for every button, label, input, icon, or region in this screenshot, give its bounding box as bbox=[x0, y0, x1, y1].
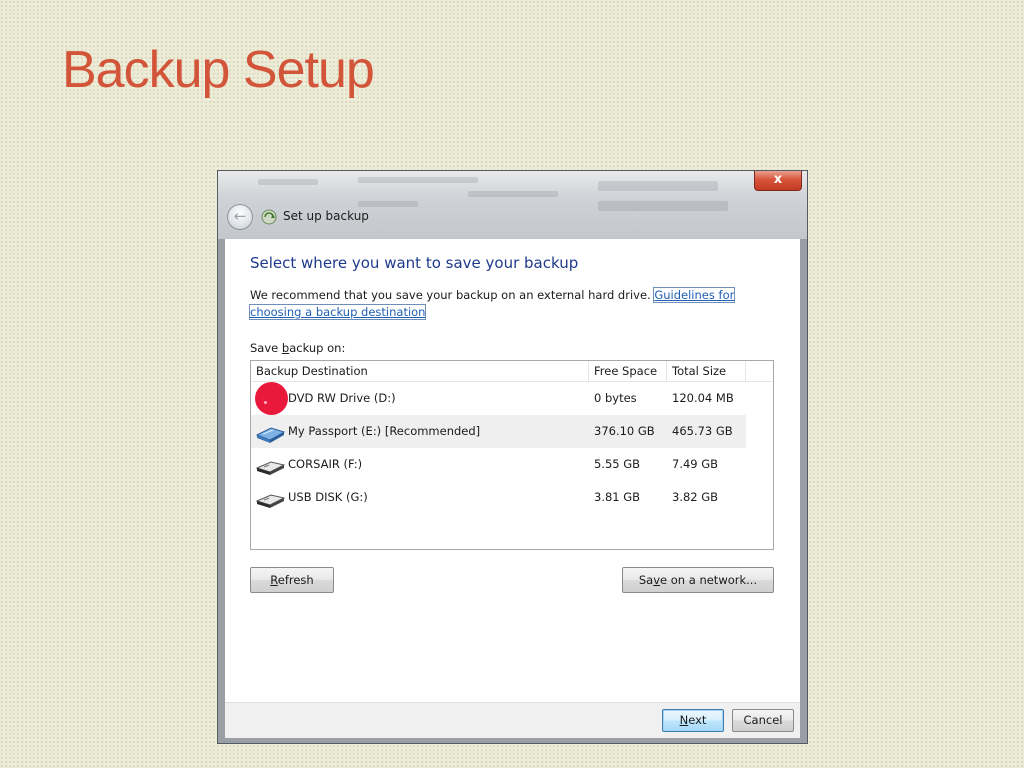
column-header-destination[interactable]: Backup Destination bbox=[251, 361, 589, 381]
external-drive-icon bbox=[255, 427, 285, 443]
save-backup-on-label: Save backup on: bbox=[250, 341, 345, 355]
cancel-button[interactable]: Cancel bbox=[732, 709, 794, 732]
usb-drive-icon bbox=[255, 494, 285, 508]
save-label-pre: Save bbox=[250, 341, 282, 355]
destination-name: USB DISK (G:) bbox=[288, 490, 368, 504]
usb-drive-icon bbox=[255, 461, 285, 475]
list-item[interactable]: My Passport (E:) [Recommended] 376.10 GB… bbox=[251, 415, 746, 448]
wizard-footer: Next Cancel bbox=[225, 702, 800, 738]
ghost-ribbon bbox=[358, 201, 418, 207]
description: We recommend that you save your backup o… bbox=[248, 287, 770, 321]
list-item[interactable]: CORSAIR (F:) 5.55 GB 7.49 GB bbox=[251, 448, 746, 481]
network-accesskey: v bbox=[653, 573, 661, 587]
next-accesskey: N bbox=[679, 713, 689, 727]
backup-destination-list[interactable]: Backup Destination Free Space Total Size… bbox=[250, 360, 774, 550]
close-button[interactable]: x bbox=[754, 171, 802, 191]
save-on-network-button[interactable]: Save on a network... bbox=[622, 567, 774, 593]
destination-name: My Passport (E:) [Recommended] bbox=[288, 424, 481, 438]
click-marker-icon bbox=[255, 382, 288, 415]
total-size: 465.73 GB bbox=[672, 424, 733, 438]
column-header-free-space[interactable]: Free Space bbox=[589, 361, 667, 381]
refresh-label: efresh bbox=[277, 573, 314, 587]
destination-name: DVD RW Drive (D:) bbox=[288, 391, 396, 405]
free-space: 0 bytes bbox=[594, 391, 637, 405]
total-size: 3.82 GB bbox=[672, 490, 719, 504]
backup-wizard-window: x ← Set up backup Select where you want … bbox=[217, 170, 808, 744]
list-item[interactable]: USB DISK (G:) 3.81 GB 3.82 GB bbox=[251, 481, 746, 514]
total-size: 7.49 GB bbox=[672, 457, 719, 471]
free-space: 376.10 GB bbox=[594, 424, 655, 438]
ghost-ribbon bbox=[598, 201, 728, 211]
title-bar[interactable]: x ← Set up backup bbox=[218, 171, 807, 239]
column-header-total-size[interactable]: Total Size bbox=[667, 361, 746, 381]
list-item[interactable]: DVD RW Drive (D:) 0 bytes 120.04 MB bbox=[251, 382, 746, 415]
wizard-content: Select where you want to save your backu… bbox=[225, 239, 800, 702]
window-title: Set up backup bbox=[283, 209, 369, 223]
network-label-pre: Sa bbox=[638, 573, 654, 587]
backup-icon bbox=[261, 209, 277, 225]
back-arrow-icon[interactable]: ← bbox=[227, 204, 253, 230]
ghost-ribbon bbox=[358, 177, 478, 183]
next-button[interactable]: Next bbox=[662, 709, 724, 732]
refresh-accesskey: R bbox=[270, 573, 278, 587]
free-space: 5.55 GB bbox=[594, 457, 641, 471]
page-heading: Select where you want to save your backu… bbox=[250, 254, 579, 272]
ghost-ribbon bbox=[468, 191, 558, 197]
ghost-ribbon bbox=[258, 179, 318, 185]
next-label: ext bbox=[688, 713, 707, 727]
network-label-post: e on a network... bbox=[660, 573, 758, 587]
slide-title: Backup Setup bbox=[62, 41, 375, 99]
list-header: Backup Destination Free Space Total Size bbox=[251, 361, 773, 382]
save-label-post: ackup on: bbox=[289, 341, 346, 355]
free-space: 3.81 GB bbox=[594, 490, 641, 504]
destination-name: CORSAIR (F:) bbox=[288, 457, 363, 471]
ghost-ribbon bbox=[598, 181, 718, 191]
description-text: We recommend that you save your backup o… bbox=[250, 288, 655, 302]
refresh-button[interactable]: Refresh bbox=[250, 567, 334, 593]
total-size: 120.04 MB bbox=[672, 391, 734, 405]
